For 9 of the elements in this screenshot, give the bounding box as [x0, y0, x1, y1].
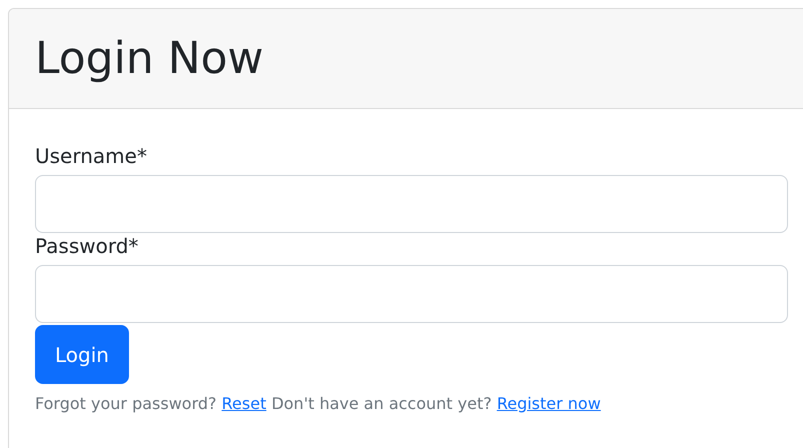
- field-label: Username*: [35, 143, 148, 169]
- input-field[interactable]: [35, 175, 788, 233]
- text-link[interactable]: Reset: [222, 394, 266, 413]
- text-link[interactable]: Register now: [496, 394, 601, 413]
- field-label: Password*: [35, 233, 140, 259]
- input-field[interactable]: [35, 265, 788, 323]
- card-title: Login Now: [35, 36, 264, 80]
- footer-text: Forgot your password? Reset Don't have an account yet? Register now: [35, 393, 602, 415]
- login-button[interactable]: Login: [35, 325, 129, 384]
